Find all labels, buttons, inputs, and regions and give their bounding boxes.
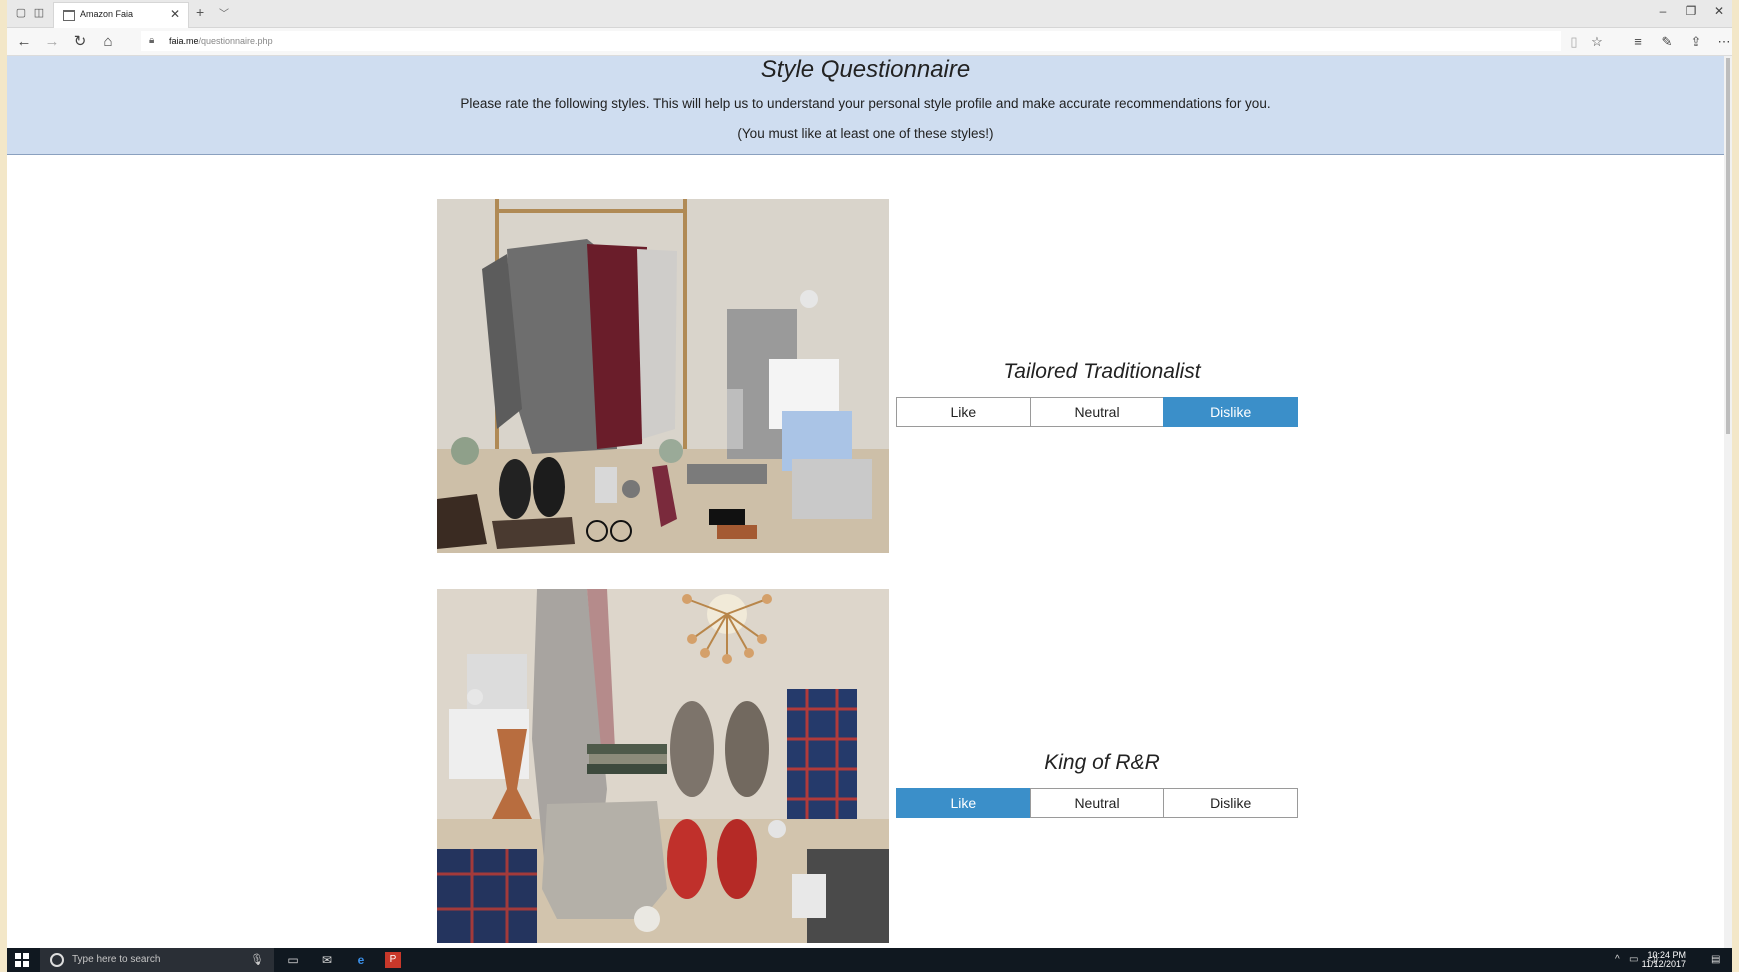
url-host: faia.me xyxy=(169,36,199,46)
network-icon[interactable]: ▭ xyxy=(1629,954,1638,965)
questionnaire-header: Style Questionnaire Please rate the foll… xyxy=(7,56,1724,155)
clock-date: 11/12/2017 xyxy=(1641,959,1686,969)
forward-icon[interactable]: → xyxy=(43,33,61,51)
page-subtitle: Please rate the following styles. This w… xyxy=(460,96,1271,111)
browser-nav-bar: ← → ↻ ⌂ 🔒︎ faia.me/questionnaire.php ▯ ☆… xyxy=(7,28,1732,56)
more-icon[interactable]: ⋯ xyxy=(1715,33,1732,51)
task-view-icon[interactable]: ▭ xyxy=(285,952,301,968)
back-icon[interactable]: ← xyxy=(15,33,33,51)
tabs-aside-icon[interactable]: ◫ xyxy=(31,5,47,21)
like-button[interactable]: Like xyxy=(896,788,1031,818)
dislike-button[interactable]: Dislike xyxy=(1163,788,1299,818)
like-button[interactable]: Like xyxy=(896,397,1031,427)
refresh-icon[interactable]: ↻ xyxy=(71,33,89,51)
page-favicon-icon xyxy=(63,10,75,21)
browser-tab[interactable]: Amazon Faia ✕ xyxy=(53,2,189,28)
minimize-icon[interactable]: – xyxy=(1653,4,1673,18)
neutral-button[interactable]: Neutral xyxy=(1029,788,1165,818)
close-window-icon[interactable]: ✕ xyxy=(1709,4,1729,18)
close-tab-icon[interactable]: ✕ xyxy=(170,7,180,21)
home-icon[interactable]: ⌂ xyxy=(99,33,117,51)
dislike-button[interactable]: Dislike xyxy=(1163,397,1299,427)
reading-view-icon[interactable]: ▯ xyxy=(1565,33,1583,51)
tab-title: Amazon Faia xyxy=(80,9,134,19)
edge-browser-icon[interactable]: e xyxy=(353,952,369,968)
powerpoint-icon[interactable]: P xyxy=(385,952,401,968)
favorites-hub-icon[interactable]: ≡ xyxy=(1629,33,1647,51)
style-name: Tailored Traditionalist xyxy=(1003,360,1201,383)
search-placeholder: Type here to search xyxy=(72,954,161,965)
restore-icon[interactable]: ❐ xyxy=(1681,4,1701,18)
url-text: faia.me/questionnaire.php xyxy=(169,36,273,46)
share-icon[interactable]: ⇪ xyxy=(1687,33,1705,51)
rating-group-king-of-rr: Like Neutral Dislike xyxy=(896,788,1299,818)
favorite-star-icon[interactable]: ☆ xyxy=(1588,33,1606,51)
url-path: /questionnaire.php xyxy=(198,36,273,46)
browser-tab-bar: ▢ ◫ Amazon Faia ✕ + ﹀ – ❐ ✕ xyxy=(7,0,1732,28)
page-scrollbar[interactable] xyxy=(1724,56,1732,948)
mail-icon[interactable]: ✉ xyxy=(319,952,335,968)
taskbar-search[interactable]: Type here to search 🎙︎ xyxy=(40,948,274,972)
page-note: (You must like at least one of these sty… xyxy=(737,126,994,141)
tab-actions-icon[interactable]: ▢ xyxy=(13,5,29,21)
style-image-king-of-rr xyxy=(437,589,889,943)
notifications-icon[interactable]: ▤ xyxy=(1711,954,1720,965)
web-note-icon[interactable]: ✎ xyxy=(1658,33,1676,51)
windows-start-icon[interactable] xyxy=(15,953,29,967)
style-image-tailored-traditionalist xyxy=(437,199,889,553)
rating-group-tailored-traditionalist: Like Neutral Dislike xyxy=(896,397,1299,427)
page-content: Style Questionnaire Please rate the foll… xyxy=(7,56,1724,948)
tab-list-chevron-icon[interactable]: ﹀ xyxy=(219,5,229,20)
style-name: King of R&R xyxy=(1044,751,1160,774)
clock[interactable]: 10:24 PM 11/12/2017 xyxy=(1642,951,1686,969)
cortana-icon xyxy=(50,953,64,967)
screen: ▢ ◫ Amazon Faia ✕ + ﹀ – ❐ ✕ ← → ↻ ⌂ 🔒︎ f… xyxy=(7,0,1732,972)
tray-chevron-icon[interactable]: ^ xyxy=(1615,954,1620,965)
scrollbar-thumb[interactable] xyxy=(1726,58,1730,434)
address-bar[interactable]: 🔒︎ faia.me/questionnaire.php xyxy=(141,31,1561,51)
windows-taskbar: Type here to search 🎙︎ ▭ ✉ e P ^ ▭ ◁) 10… xyxy=(7,948,1732,972)
page-title: Style Questionnaire xyxy=(760,56,971,83)
microphone-icon[interactable]: 🎙︎ xyxy=(250,953,264,966)
neutral-button[interactable]: Neutral xyxy=(1029,397,1165,427)
lock-icon: 🔒︎ xyxy=(149,35,155,46)
new-tab-icon[interactable]: + xyxy=(196,4,204,20)
